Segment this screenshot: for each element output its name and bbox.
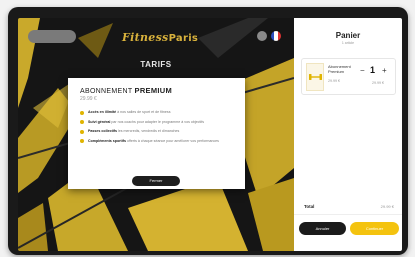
modal-title-prefix: ABONNEMENT [80,88,133,95]
logo-text-bold: Paris [168,33,199,44]
close-modal-button[interactable]: Fermer [132,176,180,186]
brand-logo: FitnessParis [122,31,198,44]
feature-item: Suivi général par nos coachs pour adapte… [80,120,235,125]
cart-subtitle: 1 article [341,41,355,45]
feature-description: les mercredis, vendredis et dimanches [116,129,180,134]
subscription-modal: ABONNEMENT PREMIUM 29.99 € Accès en illi… [68,78,245,189]
continue-button[interactable]: Continuer [350,222,399,235]
feature-list: Accès en illimité à nos salles de sport … [80,110,235,144]
divider [294,214,402,215]
cancel-button[interactable]: Annuler [299,222,346,235]
decrease-quantity-button[interactable]: − [360,66,365,75]
feature-description: par nos coachs pour adapter le programme… [110,119,205,124]
increase-quantity-button[interactable]: + [382,66,387,75]
logo-text: Fitness [122,31,169,44]
bullet-icon [80,120,84,125]
cart-title: Panier [335,31,361,40]
bullet-icon [80,110,84,115]
feature-title: Suivi général [88,119,111,124]
total-label: Total [304,204,315,209]
feature-description: à nos salles de sport et de fitness [116,110,171,114]
feature-item: Compléments sportifs offerts à chaque sé… [80,139,235,144]
total-value: 29.99 € [380,204,394,209]
modal-title: ABONNEMENT PREMIUM [80,86,235,95]
modal-title-bold: PREMIUM [134,86,173,95]
item-line-total: 29.99 € [372,81,384,85]
modal-price: 29.99 € [80,96,97,102]
dumbbell-icon [309,74,322,80]
item-name: Abonnement Premium [328,64,351,74]
uk-flag-icon[interactable] [257,31,267,41]
bullet-icon [80,139,84,144]
back-button[interactable] [28,30,76,43]
cart-panel: Panier 1 article Abonnement Premium 29.9… [294,18,402,251]
feature-description: offerts à chaque séance pour améliorer v… [125,138,219,143]
feature-title: Compléments sportifs [88,138,126,143]
cart-item: Abonnement Premium 29.99 € − 1 + 29.99 € [301,58,396,95]
france-flag-icon[interactable] [271,31,281,41]
page-title: TARIFS [140,60,172,69]
quantity-value: 1 [370,65,376,75]
feature-title: Accès en illimité [88,110,117,114]
main-panel: FitnessParis TARIFS ABONNEMENT PREMIUM 2… [18,18,294,251]
feature-item: Passes collectifs les mercredis, vendred… [80,129,235,134]
kiosk-screen: FitnessParis TARIFS ABONNEMENT PREMIUM 2… [18,18,402,251]
product-thumbnail [306,63,324,91]
item-price: 29.99 € [328,79,340,83]
feature-item: Accès en illimité à nos salles de sport … [80,110,235,115]
bullet-icon [80,129,84,134]
feature-title: Passes collectifs [88,129,117,134]
